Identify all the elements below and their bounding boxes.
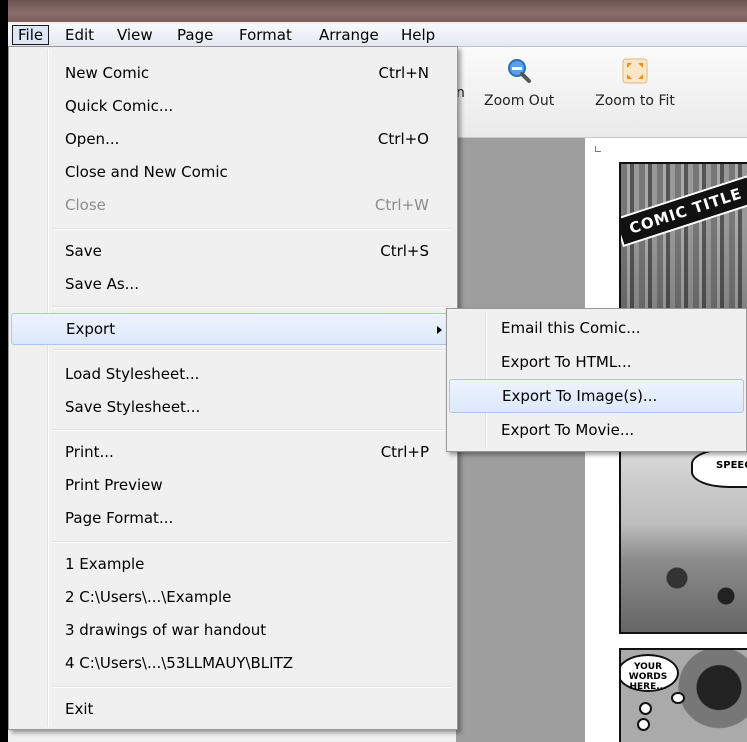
menu-item-print[interactable]: Print... Ctrl+P — [11, 436, 453, 468]
menu-item-save-as[interactable]: Save As... — [11, 268, 453, 300]
menu-page[interactable]: Page — [172, 26, 218, 44]
menu-separator — [53, 228, 451, 230]
toolbar: n Zoom Out Zoom to Fit — [456, 47, 747, 138]
menu-item-recent-2[interactable]: 2 C:\Users\...\Example — [11, 581, 453, 613]
menu-item-label: Export To HTML... — [501, 353, 632, 371]
comic-panel-2[interactable]: SPEECH — [619, 450, 747, 634]
menu-view[interactable]: View — [112, 26, 158, 44]
comic-title[interactable]: COMIC TITLE — [621, 174, 747, 248]
menu-item-label: 3 drawings of war handout — [65, 621, 267, 639]
menu-item-label: Export To Movie... — [501, 421, 635, 439]
menu-item-label: Open... — [65, 130, 120, 148]
menu-item-label: 1 Example — [65, 555, 145, 573]
submenu-item-email-comic[interactable]: Email this Comic... — [449, 312, 742, 344]
menu-item-shortcut: Ctrl+P — [380, 443, 429, 461]
file-menu: New Comic Ctrl+N Quick Comic... Open... … — [8, 46, 458, 730]
menu-file[interactable]: File — [12, 25, 50, 45]
menu-item-close: Close Ctrl+W — [11, 189, 453, 221]
menu-item-label: Close and New Comic — [65, 163, 228, 181]
application-window: File Edit View Page Format Arrange Help … — [8, 0, 747, 742]
zoom-to-fit-label: Zoom to Fit — [595, 93, 675, 109]
menu-item-recent-1[interactable]: 1 Example — [11, 548, 453, 580]
menu-item-close-and-new[interactable]: Close and New Comic — [11, 156, 453, 188]
menu-item-page-format[interactable]: Page Format... — [11, 502, 453, 534]
menu-help[interactable]: Help — [396, 26, 440, 44]
bubble-tail — [671, 692, 685, 704]
menu-separator — [53, 686, 451, 688]
menu-item-label: New Comic — [65, 64, 150, 82]
menu-item-label: Quick Comic... — [65, 97, 174, 115]
submenu-arrow-icon — [437, 326, 442, 334]
title-bar — [8, 0, 747, 22]
menu-item-label: Save As... — [65, 275, 139, 293]
menu-bar: File Edit View Page Format Arrange Help — [8, 24, 747, 47]
menu-item-save[interactable]: Save Ctrl+S — [11, 235, 453, 267]
submenu-item-export-movie[interactable]: Export To Movie... — [449, 414, 742, 446]
submenu-item-export-html[interactable]: Export To HTML... — [449, 346, 742, 378]
menu-edit[interactable]: Edit — [60, 26, 99, 44]
comic-panel-3[interactable]: YOUR WORDS HERE... — [619, 648, 747, 742]
menu-item-label: Page Format... — [65, 509, 174, 527]
menu-item-label: Export — [66, 320, 116, 338]
menu-item-open[interactable]: Open... Ctrl+O — [11, 123, 453, 155]
menu-item-label: Print... — [65, 443, 114, 461]
zoom-to-fit-button[interactable]: Zoom to Fit — [580, 57, 690, 109]
menu-separator — [53, 349, 451, 351]
zoom-to-fit-icon — [622, 58, 648, 84]
menu-item-save-stylesheet[interactable]: Save Stylesheet... — [11, 391, 453, 423]
menu-item-recent-3[interactable]: 3 drawings of war handout — [11, 614, 453, 646]
menu-item-label: 4 C:\Users\...\53LLMAUY\BLITZ — [65, 654, 294, 672]
bubble-tail — [639, 702, 652, 715]
menu-item-shortcut: Ctrl+O — [377, 130, 429, 148]
menu-separator — [53, 306, 451, 308]
menu-item-new-comic[interactable]: New Comic Ctrl+N — [11, 57, 453, 89]
menu-item-label: 2 C:\Users\...\Example — [65, 588, 232, 606]
zoom-out-icon — [508, 59, 531, 83]
menu-item-recent-4[interactable]: 4 C:\Users\...\53LLMAUY\BLITZ — [11, 647, 453, 679]
menu-item-label: Email this Comic... — [501, 319, 641, 337]
bubble-tail — [637, 718, 650, 731]
menu-item-load-stylesheet[interactable]: Load Stylesheet... — [11, 358, 453, 390]
menu-arrange[interactable]: Arrange — [314, 26, 384, 44]
menu-format[interactable]: Format — [234, 26, 297, 44]
menu-item-label: Save Stylesheet... — [65, 398, 201, 416]
menu-separator — [53, 541, 451, 543]
menu-item-export[interactable]: Export — [11, 313, 455, 345]
menu-item-quick-comic[interactable]: Quick Comic... — [11, 90, 453, 122]
words-bubble-text: YOUR WORDS HERE... — [628, 662, 668, 692]
export-submenu: Email this Comic... Export To HTML... Ex… — [446, 308, 747, 452]
menu-item-exit[interactable]: Exit — [11, 693, 453, 725]
speech-bubble-text: SPEECH — [716, 460, 747, 471]
page-corner-mark — [595, 146, 601, 152]
submenu-item-export-images[interactable]: Export To Image(s)... — [449, 379, 744, 413]
menu-item-print-preview[interactable]: Print Preview — [11, 469, 453, 501]
menu-item-label: Save — [65, 242, 102, 260]
menu-item-shortcut: Ctrl+S — [380, 242, 429, 260]
menu-item-shortcut: Ctrl+W — [374, 196, 429, 214]
menu-item-label: Load Stylesheet... — [65, 365, 200, 383]
menu-item-shortcut: Ctrl+N — [378, 64, 429, 82]
words-bubble[interactable]: YOUR WORDS HERE... — [621, 654, 679, 692]
menu-item-label: Export To Image(s)... — [502, 387, 658, 405]
zoom-out-label: Zoom Out — [484, 93, 555, 109]
menu-item-label: Print Preview — [65, 476, 163, 494]
zoom-out-button[interactable]: Zoom Out — [484, 57, 554, 109]
menu-separator — [53, 429, 451, 431]
menu-item-label: Close — [65, 196, 106, 214]
comic-panel-1[interactable]: COMIC TITLE — [619, 162, 747, 316]
speech-bubble[interactable]: SPEECH — [691, 452, 747, 488]
menu-item-label: Exit — [65, 700, 94, 718]
